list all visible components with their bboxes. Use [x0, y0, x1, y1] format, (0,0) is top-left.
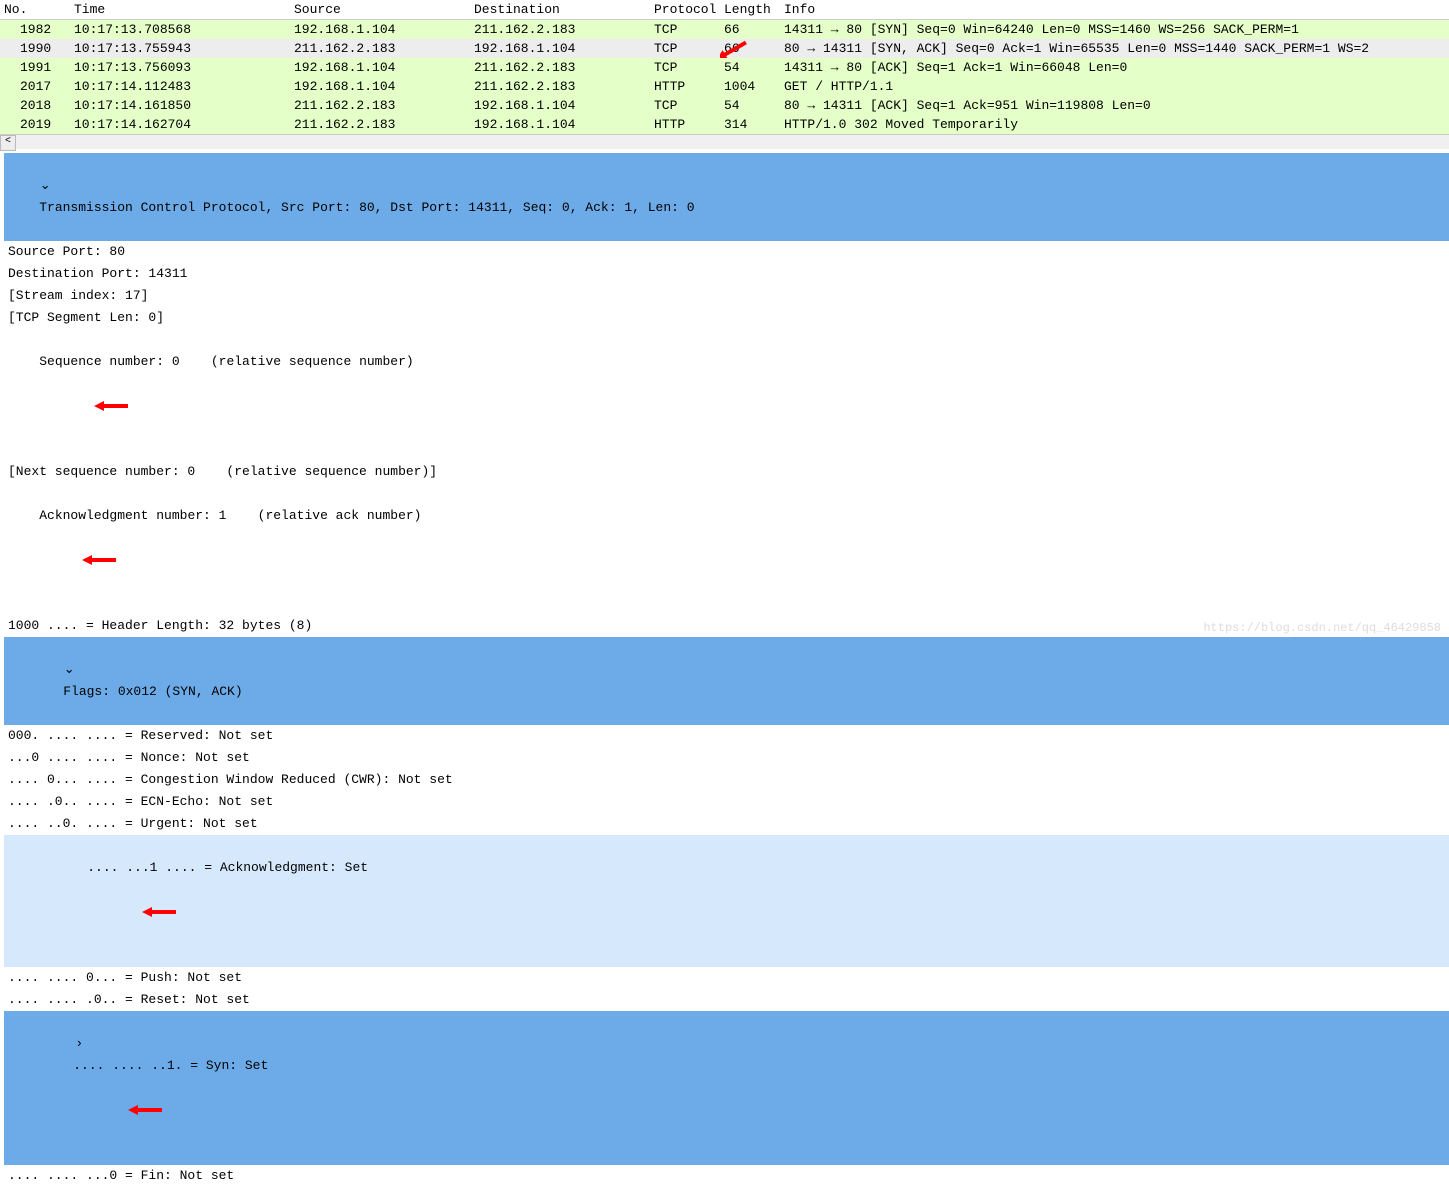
packet-cell-time: 10:17:14.162704: [70, 115, 290, 134]
packet-details-pane[interactable]: ⌄ Transmission Control Protocol, Src Por…: [0, 149, 1449, 1191]
flag-fin[interactable]: .... .... ...0 = Fin: Not set: [4, 1165, 1449, 1187]
flag-push[interactable]: .... .... 0... = Push: Not set: [4, 967, 1449, 989]
packet-cell-time: 10:17:14.161850: [70, 96, 290, 115]
packet-cell-src: 211.162.2.183: [290, 115, 470, 134]
packet-cell-time: 10:17:13.708568: [70, 20, 290, 40]
packet-cell-dst: 192.168.1.104: [470, 96, 650, 115]
annotation-arrow-icon: [720, 39, 749, 58]
packet-cell-info: 14311 → 80 [ACK] Seq=1 Ack=1 Win=66048 L…: [780, 58, 1449, 77]
packet-cell-len: 54: [720, 58, 780, 77]
packet-cell-proto: TCP: [650, 96, 720, 115]
col-header-destination[interactable]: Destination: [470, 0, 650, 20]
annotation-arrow-icon: [47, 373, 128, 439]
packet-cell-dst: 192.168.1.104: [470, 115, 650, 134]
packet-cell-proto: TCP: [650, 20, 720, 40]
packet-cell-src: 192.168.1.104: [290, 20, 470, 40]
packet-list-header-row[interactable]: No. Time Source Destination Protocol Len…: [0, 0, 1449, 20]
packet-cell-no: 2019: [0, 115, 70, 134]
col-header-info[interactable]: Info: [780, 0, 1449, 20]
packet-cell-info: GET / HTTP/1.1: [780, 77, 1449, 96]
packet-cell-src: 211.162.2.183: [290, 96, 470, 115]
packet-cell-info: 80 → 14311 [SYN, ACK] Seq=0 Ack=1 Win=65…: [780, 39, 1449, 58]
col-header-time[interactable]: Time: [70, 0, 290, 20]
expand-toggle-icon[interactable]: ⌄: [63, 659, 75, 681]
flag-reset[interactable]: .... .... .0.. = Reset: Not set: [4, 989, 1449, 1011]
detail-src-port[interactable]: Source Port: 80: [4, 241, 1449, 263]
col-header-protocol[interactable]: Protocol: [650, 0, 720, 20]
packet-row[interactable]: 201810:17:14.161850211.162.2.183192.168.…: [0, 96, 1449, 115]
detail-tcp-segment-len[interactable]: [TCP Segment Len: 0]: [4, 307, 1449, 329]
flag-acknowledgment[interactable]: .... ...1 .... = Acknowledgment: Set: [4, 835, 1449, 967]
packet-cell-len: 314: [720, 115, 780, 134]
packet-cell-dst: 192.168.1.104: [470, 39, 650, 58]
annotation-arrow-icon: [35, 527, 116, 593]
packet-cell-proto: HTTP: [650, 115, 720, 134]
packet-row[interactable]: 201710:17:14.112483192.168.1.104211.162.…: [0, 77, 1449, 96]
packet-cell-dst: 211.162.2.183: [470, 58, 650, 77]
horizontal-scrollbar[interactable]: <: [0, 134, 1449, 149]
packet-cell-len: 54: [720, 96, 780, 115]
flags-summary-row[interactable]: ⌄ Flags: 0x012 (SYN, ACK): [4, 637, 1449, 725]
flag-urgent[interactable]: .... ..0. .... = Urgent: Not set: [4, 813, 1449, 835]
annotation-arrow-icon: [81, 1077, 162, 1143]
flag-ecn[interactable]: .... .0.. .... = ECN-Echo: Not set: [4, 791, 1449, 813]
detail-ack-number[interactable]: Acknowledgment number: 1 (relative ack n…: [4, 483, 1449, 615]
packet-row[interactable]: 199010:17:13.755943211.162.2.183192.168.…: [0, 39, 1449, 58]
detail-stream-index[interactable]: [Stream index: 17]: [4, 285, 1449, 307]
flag-reserved[interactable]: 000. .... .... = Reserved: Not set: [4, 725, 1449, 747]
expand-toggle-icon[interactable]: ›: [73, 1033, 85, 1055]
flag-syn[interactable]: › .... .... ..1. = Syn: Set: [4, 1011, 1449, 1165]
packet-cell-len: 1004: [720, 77, 780, 96]
tcp-summary-text: Transmission Control Protocol, Src Port:…: [39, 200, 694, 215]
scroll-left-button[interactable]: <: [0, 135, 16, 151]
col-header-no[interactable]: No.: [0, 0, 70, 20]
flag-cwr[interactable]: .... 0... .... = Congestion Window Reduc…: [4, 769, 1449, 791]
packet-cell-no: 2018: [0, 96, 70, 115]
packet-cell-no: 2017: [0, 77, 70, 96]
detail-dst-port[interactable]: Destination Port: 14311: [4, 263, 1449, 285]
packet-cell-time: 10:17:14.112483: [70, 77, 290, 96]
expand-toggle-icon[interactable]: ⌄: [39, 175, 51, 197]
packet-cell-proto: HTTP: [650, 77, 720, 96]
detail-header-length[interactable]: 1000 .... = Header Length: 32 bytes (8): [4, 615, 1449, 637]
detail-sequence-number[interactable]: Sequence number: 0 (relative sequence nu…: [4, 329, 1449, 461]
packet-cell-time: 10:17:13.755943: [70, 39, 290, 58]
packet-cell-dst: 211.162.2.183: [470, 20, 650, 40]
tcp-summary-row[interactable]: ⌄ Transmission Control Protocol, Src Por…: [4, 153, 1449, 241]
packet-cell-proto: TCP: [650, 39, 720, 58]
packet-list-table[interactable]: No. Time Source Destination Protocol Len…: [0, 0, 1449, 134]
flag-nonce[interactable]: ...0 .... .... = Nonce: Not set: [4, 747, 1449, 769]
packet-cell-len: 66: [720, 39, 780, 58]
annotation-arrow-icon: [95, 879, 176, 945]
packet-cell-proto: TCP: [650, 58, 720, 77]
flags-summary-text: Flags: 0x012 (SYN, ACK): [63, 684, 242, 699]
packet-cell-len: 66: [720, 20, 780, 40]
col-header-length[interactable]: Length: [720, 0, 780, 20]
packet-cell-info: HTTP/1.0 302 Moved Temporarily: [780, 115, 1449, 134]
packet-cell-no: 1991: [0, 58, 70, 77]
col-header-source[interactable]: Source: [290, 0, 470, 20]
packet-row[interactable]: 198210:17:13.708568192.168.1.104211.162.…: [0, 20, 1449, 40]
packet-cell-time: 10:17:13.756093: [70, 58, 290, 77]
packet-cell-src: 192.168.1.104: [290, 77, 470, 96]
packet-cell-info: 80 → 14311 [ACK] Seq=1 Ack=951 Win=11980…: [780, 96, 1449, 115]
packet-row[interactable]: 201910:17:14.162704211.162.2.183192.168.…: [0, 115, 1449, 134]
packet-cell-src: 211.162.2.183: [290, 39, 470, 58]
packet-cell-no: 1990: [0, 39, 70, 58]
packet-cell-dst: 211.162.2.183: [470, 77, 650, 96]
packet-row[interactable]: 199110:17:13.756093192.168.1.104211.162.…: [0, 58, 1449, 77]
packet-cell-src: 192.168.1.104: [290, 58, 470, 77]
detail-next-sequence-number[interactable]: [Next sequence number: 0 (relative seque…: [4, 461, 1449, 483]
packet-cell-no: 1982: [0, 20, 70, 40]
packet-cell-info: 14311 → 80 [SYN] Seq=0 Win=64240 Len=0 M…: [780, 20, 1449, 40]
